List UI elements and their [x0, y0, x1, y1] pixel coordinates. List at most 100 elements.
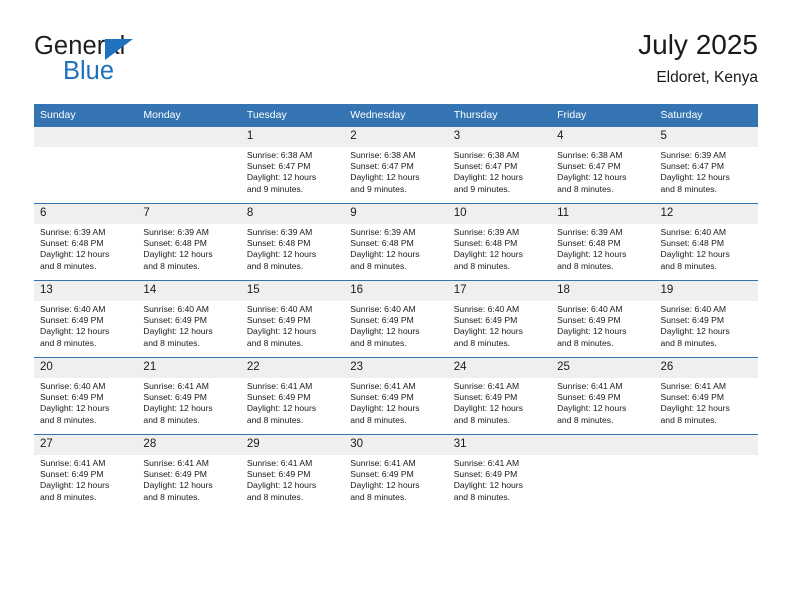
day-number: 13 [34, 281, 138, 301]
calendar-day-cell[interactable]: 13 Sunrise: 6:40 AM Sunset: 6:49 PM Dayligh… [34, 280, 138, 358]
calendar-day-cell[interactable]: 23 Sunrise: 6:41 AM Sunset: 6:49 PM Dayligh… [344, 357, 448, 435]
day-number: 29 [240, 435, 345, 455]
daylight-text-line1: Daylight: 12 hours [246, 249, 317, 260]
daylight-text-line1: Daylight: 12 hours [350, 480, 420, 491]
day-sun-info: Sunrise: 6:40 AM Sunset: 6:48 PM Daylight:… [655, 224, 758, 272]
calendar-day-cell[interactable]: 3 Sunrise: 6:38 AM Sunset: 6:47 PM Daylight… [447, 127, 552, 204]
calendar-day-cell[interactable]: 1 Sunrise: 6:38 AM Sunset: 6:47 PM Daylight… [240, 127, 345, 204]
day-sun-info: Sunrise: 6:41 AM Sunset: 6:49 PM Daylight:… [241, 455, 344, 503]
day-number: 30 [344, 435, 448, 455]
calendar-day-cell[interactable]: 28 Sunrise: 6:41 AM Sunset: 6:49 PM Dayligh… [137, 434, 241, 511]
day-number [34, 127, 138, 147]
day-number: 14 [137, 281, 241, 301]
calendar-day-cell[interactable]: 2 Sunrise: 6:38 AM Sunset: 6:47 PM Daylight… [344, 127, 448, 204]
daylight-text-line2: and 8 minutes. [660, 414, 717, 425]
daylight-text-line2: and 8 minutes. [143, 414, 200, 425]
day-number: 31 [447, 435, 552, 455]
calendar-day-cell[interactable]: 16 Sunrise: 6:40 AM Sunset: 6:49 PM Dayligh… [344, 280, 448, 358]
sunrise-text: Sunrise: 6:40 AM [40, 381, 106, 391]
general-blue-logo[interactable]: General Blue [34, 32, 274, 94]
day-number: 17 [447, 281, 552, 301]
calendar-day-cell[interactable]: 17 Sunrise: 6:40 AM Sunset: 6:49 PM Dayligh… [447, 280, 552, 358]
day-number: 18 [551, 281, 655, 301]
calendar-day-cell[interactable]: 20 Sunrise: 6:40 AM Sunset: 6:49 PM Dayligh… [34, 357, 138, 435]
daylight-text-line1: Daylight: 12 hours [453, 172, 523, 183]
day-sun-info: Sunrise: 6:41 AM Sunset: 6:49 PM Daylight:… [137, 378, 240, 426]
day-sun-info: Sunrise: 6:39 AM Sunset: 6:48 PM Daylight:… [344, 224, 447, 272]
day-sun-info: Sunrise: 6:39 AM Sunset: 6:48 PM Daylight:… [448, 224, 551, 272]
day-sun-info: Sunrise: 6:38 AM Sunset: 6:47 PM Daylight:… [448, 147, 551, 195]
calendar-day-cell[interactable]: 26 Sunrise: 6:41 AM Sunset: 6:49 PM Dayligh… [654, 357, 758, 435]
calendar-day-cell[interactable]: 25 Sunrise: 6:41 AM Sunset: 6:49 PM Dayligh… [551, 357, 655, 435]
calendar-day-cell[interactable]: 14 Sunrise: 6:40 AM Sunset: 6:49 PM Dayligh… [137, 280, 241, 358]
day-sun-info: Sunrise: 6:39 AM Sunset: 6:48 PM Daylight:… [34, 224, 137, 272]
sunset-text: Sunset: 6:49 PM [246, 315, 311, 326]
daylight-text-line2: and 8 minutes. [557, 183, 614, 194]
daylight-text-line1: Daylight: 12 hours [143, 326, 213, 337]
calendar-week-row: 20 Sunrise: 6:40 AM Sunset: 6:49 PM Dayligh… [34, 357, 758, 435]
sunrise-text: Sunrise: 6:40 AM [557, 304, 623, 314]
day-number: 27 [34, 435, 138, 455]
daylight-text-line1: Daylight: 12 hours [557, 249, 627, 260]
calendar-day-cell[interactable]: 10 Sunrise: 6:39 AM Sunset: 6:48 PM Dayligh… [447, 203, 552, 281]
calendar-day-cell[interactable]: 15 Sunrise: 6:40 AM Sunset: 6:49 PM Dayligh… [240, 280, 345, 358]
sunrise-text: Sunrise: 6:41 AM [350, 458, 416, 468]
day-sun-info: Sunrise: 6:40 AM Sunset: 6:49 PM Daylight:… [241, 301, 344, 349]
daylight-text-line2: and 8 minutes. [143, 491, 200, 502]
daylight-text-line2: and 8 minutes. [557, 337, 614, 348]
calendar-day-cell[interactable]: 31 Sunrise: 6:41 AM Sunset: 6:49 PM Dayligh… [447, 434, 552, 511]
day-number: 21 [137, 358, 241, 378]
sunrise-text: Sunrise: 6:40 AM [246, 304, 313, 314]
day-number: 8 [240, 204, 345, 224]
calendar-day-cell[interactable]: 18 Sunrise: 6:40 AM Sunset: 6:49 PM Dayligh… [551, 280, 655, 358]
daylight-text-line2: and 8 minutes. [453, 260, 511, 271]
calendar-day-cell[interactable]: 7 Sunrise: 6:39 AM Sunset: 6:48 PM Daylight… [137, 203, 241, 281]
calendar-day-cell[interactable]: 6 Sunrise: 6:39 AM Sunset: 6:48 PM Daylight… [34, 203, 138, 281]
day-sun-info: Sunrise: 6:40 AM Sunset: 6:49 PM Daylight:… [34, 301, 137, 349]
daylight-text-line1: Daylight: 12 hours [143, 480, 213, 491]
sunset-text: Sunset: 6:47 PM [660, 161, 725, 172]
daylight-text-line2: and 8 minutes. [350, 337, 407, 348]
daylight-text-line1: Daylight: 12 hours [660, 249, 730, 260]
calendar-day-cell[interactable]: 4 Sunrise: 6:38 AM Sunset: 6:47 PM Daylight… [551, 127, 655, 204]
calendar-day-cell[interactable]: 21 Sunrise: 6:41 AM Sunset: 6:49 PM Dayligh… [137, 357, 241, 435]
sunset-text: Sunset: 6:49 PM [453, 392, 518, 403]
calendar-day-cell[interactable]: 11 Sunrise: 6:39 AM Sunset: 6:48 PM Dayligh… [551, 203, 655, 281]
calendar-day-cell[interactable]: 27 Sunrise: 6:41 AM Sunset: 6:49 PM Dayligh… [34, 434, 138, 511]
daylight-text-line2: and 9 minutes. [350, 183, 407, 194]
daylight-text-line2: and 8 minutes. [246, 260, 304, 271]
day-sun-info: Sunrise: 6:40 AM Sunset: 6:49 PM Daylight:… [344, 301, 447, 349]
calendar-day-cell[interactable]: 5 Sunrise: 6:39 AM Sunset: 6:47 PM Daylight… [654, 127, 758, 204]
sunset-text: Sunset: 6:48 PM [557, 238, 621, 249]
calendar-day-cell[interactable]: 8 Sunrise: 6:39 AM Sunset: 6:48 PM Daylight… [240, 203, 345, 281]
sunset-text: Sunset: 6:48 PM [246, 238, 311, 249]
calendar-day-cell[interactable]: 22 Sunrise: 6:41 AM Sunset: 6:49 PM Dayligh… [240, 357, 345, 435]
calendar-day-cell[interactable]: 12 Sunrise: 6:40 AM Sunset: 6:48 PM Dayligh… [654, 203, 758, 281]
daylight-text-line1: Daylight: 12 hours [453, 249, 523, 260]
calendar-day-cell[interactable]: 30 Sunrise: 6:41 AM Sunset: 6:49 PM Dayligh… [344, 434, 448, 511]
day-number: 2 [344, 127, 448, 147]
sunset-text: Sunset: 6:47 PM [246, 161, 311, 172]
daylight-text-line2: and 8 minutes. [246, 414, 304, 425]
sunset-text: Sunset: 6:49 PM [350, 315, 414, 326]
calendar-day-cell[interactable]: 19 Sunrise: 6:40 AM Sunset: 6:49 PM Dayligh… [654, 280, 758, 358]
day-number [137, 127, 241, 147]
daylight-text-line1: Daylight: 12 hours [246, 480, 317, 491]
daylight-text-line1: Daylight: 12 hours [660, 172, 730, 183]
calendar-day-cell[interactable]: 9 Sunrise: 6:39 AM Sunset: 6:48 PM Daylight… [344, 203, 448, 281]
daylight-text-line2: and 8 minutes. [453, 491, 511, 502]
sunrise-text: Sunrise: 6:41 AM [246, 458, 313, 468]
daylight-text-line1: Daylight: 12 hours [40, 249, 110, 260]
day-number: 15 [240, 281, 345, 301]
sunrise-text: Sunrise: 6:41 AM [557, 381, 623, 391]
sunrise-text: Sunrise: 6:40 AM [350, 304, 416, 314]
calendar-day-cell[interactable]: 24 Sunrise: 6:41 AM Sunset: 6:49 PM Dayligh… [447, 357, 552, 435]
calendar-day-cell-empty [137, 127, 241, 204]
sunrise-text: Sunrise: 6:39 AM [246, 227, 313, 237]
sunrise-text: Sunrise: 6:40 AM [453, 304, 520, 314]
weekday-header-tuesday: Tuesday [240, 104, 345, 127]
sunset-text: Sunset: 6:49 PM [660, 315, 725, 326]
daylight-text-line2: and 8 minutes. [40, 491, 97, 502]
sunrise-text: Sunrise: 6:40 AM [143, 304, 209, 314]
calendar-day-cell[interactable]: 29 Sunrise: 6:41 AM Sunset: 6:49 PM Dayligh… [240, 434, 345, 511]
